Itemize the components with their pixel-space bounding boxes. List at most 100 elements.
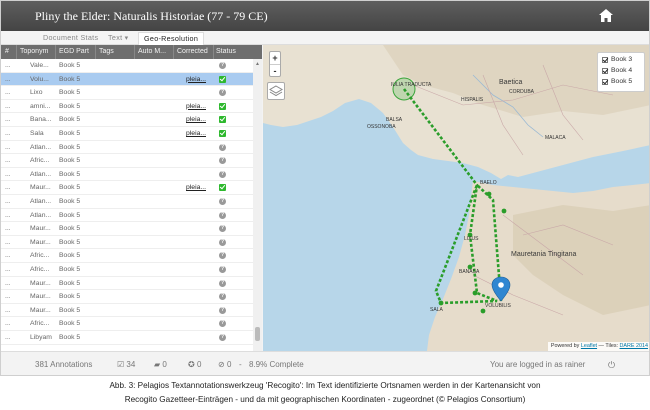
legend-book-4[interactable]: Book 4 — [602, 67, 640, 78]
checkbox-icon[interactable] — [602, 79, 608, 85]
table-row[interactable]: ... Maur... Book 5? — [1, 236, 253, 250]
question-icon[interactable]: ? — [219, 279, 226, 287]
table-row[interactable]: ... Volu... Book 5 pleia... — [1, 72, 253, 87]
power-icon[interactable]: ⏻ — [608, 360, 615, 371]
row-index: ... — [5, 225, 11, 233]
tab-text[interactable]: Text ▾ — [108, 33, 129, 42]
toponym-cell: Maur... — [30, 238, 51, 246]
tab-geo-resolution[interactable]: Geo-Resolution — [138, 32, 205, 45]
table-row[interactable]: ... Afric... Book 5? — [1, 249, 253, 263]
table-row[interactable]: ... Maur... Book 5? — [1, 304, 253, 318]
question-icon[interactable]: ? — [219, 266, 226, 273]
status-bar: 381 Annotations ☑ 34 ▰ 0 ✪ 0 ⊘ 0 - 8.9% … — [1, 351, 649, 375]
question-icon[interactable]: ? — [219, 198, 226, 205]
question-icon[interactable]: ? — [219, 170, 226, 178]
question-icon[interactable]: ? — [219, 89, 226, 97]
row-index: ... — [5, 198, 11, 205]
corrected-link[interactable]: pleia... — [186, 103, 206, 110]
table-row[interactable]: ... Sala Book 5 pleia... — [1, 127, 253, 141]
row-index: ... — [5, 238, 11, 246]
verified-icon[interactable] — [219, 75, 226, 83]
row-index: ... — [5, 130, 11, 137]
checkbox-icon[interactable] — [602, 57, 608, 63]
map-view[interactable]: IULIA TRADUCTA BALSA OSSONOBA BAELO LIXU… — [263, 45, 650, 351]
map-label-malaca: MALACA — [545, 135, 566, 141]
scrollbar-thumb[interactable] — [255, 327, 260, 341]
verified-icon[interactable] — [219, 130, 226, 137]
app-window: Pliny the Elder: Naturalis Historiae (77… — [0, 0, 650, 376]
table-row[interactable]: ... amni... Book 5 pleia... — [1, 100, 253, 114]
dare-link[interactable]: DARE 2014 — [620, 343, 648, 349]
table-row[interactable]: ... Maur... Book 5? — [1, 277, 253, 291]
table-row[interactable]: ... Atlan... Book 5? — [1, 141, 253, 155]
map-canvas[interactable] — [263, 45, 650, 351]
question-icon[interactable]: ? — [219, 211, 226, 219]
comment-icon: ▰ — [154, 360, 161, 369]
question-icon[interactable]: ? — [219, 252, 226, 260]
leaflet-link[interactable]: Leaflet — [581, 343, 597, 349]
map-label-lixus: LIXUS — [464, 236, 479, 242]
table-row[interactable]: ... Lixo Book 5? — [1, 86, 253, 100]
column-header-toponym[interactable]: Toponym — [20, 48, 48, 55]
zoom-in-button[interactable]: + — [270, 52, 280, 64]
corrected-link[interactable]: pleia... — [186, 184, 206, 191]
column-header-tags[interactable]: Tags — [99, 48, 114, 55]
row-index: ... — [5, 143, 11, 151]
column-header-auto-match[interactable]: Auto M... — [138, 48, 166, 55]
table-row[interactable]: ... Atlan... Book 5? — [1, 168, 253, 182]
question-icon[interactable]: ? — [219, 293, 226, 301]
tab-document-stats[interactable]: Document Stats — [43, 33, 98, 42]
corrected-link[interactable]: pleia... — [186, 116, 206, 123]
legend-book-3[interactable]: Book 3 — [602, 56, 640, 67]
legend-book-5[interactable]: Book 5 — [602, 78, 640, 89]
row-index: ... — [5, 75, 11, 83]
question-icon[interactable]: ? — [219, 238, 226, 246]
table-row[interactable]: ... Atlan... Book 5? — [1, 195, 253, 209]
table-row[interactable]: ... Afric... Book 5? — [1, 263, 253, 277]
toponym-cell: Lixo — [30, 89, 43, 97]
column-header-corrected[interactable]: Corrected — [177, 48, 208, 55]
table-row[interactable]: ... Libyam Book 5? — [1, 331, 253, 345]
view-tabs: Document Stats Text ▾ Geo-Resolution — [1, 31, 649, 45]
column-header-egd-part[interactable]: EGD Part — [59, 48, 89, 55]
question-icon[interactable]: ? — [219, 306, 226, 314]
zoom-out-button[interactable]: - — [270, 65, 280, 77]
row-index: ... — [5, 293, 11, 301]
column-header-status[interactable]: Status — [216, 48, 236, 55]
question-icon[interactable]: ? — [219, 225, 226, 233]
home-icon[interactable] — [599, 9, 613, 22]
map-label-ossonoba: OSSONOBA — [367, 124, 396, 130]
egd-part-cell: Book 5 — [59, 102, 81, 110]
map-label-balsa: BALSA — [386, 117, 403, 123]
table-row[interactable]: ... Afric... Book 5? — [1, 154, 253, 168]
table-row[interactable]: ... Bana... Book 5 pleia... — [1, 113, 253, 127]
verified-icon[interactable] — [219, 116, 226, 124]
toponym-table: # Toponym EGD Part Tags Auto M... Correc… — [1, 45, 262, 351]
map-label-corduba: CORDUBA — [509, 89, 535, 95]
corrected-link[interactable]: pleia... — [186, 130, 206, 137]
scroll-up-icon[interactable]: ▲ — [255, 61, 260, 67]
verified-icon[interactable] — [219, 184, 226, 192]
table-row[interactable]: ... Maur... Book 5? — [1, 222, 253, 236]
ban-icon: ⊘ — [218, 360, 225, 369]
table-row[interactable]: ... Afric... Book 5? — [1, 317, 253, 331]
layers-button[interactable] — [267, 82, 285, 100]
table-row[interactable]: ... Vale... Book 5? — [1, 59, 253, 73]
question-icon[interactable]: ? — [219, 320, 226, 328]
table-row[interactable]: ... Maur... Book 5? — [1, 290, 253, 304]
egd-part-cell: Book 5 — [59, 238, 81, 246]
footer-separator: - — [239, 360, 242, 369]
question-icon[interactable]: ? — [219, 334, 226, 341]
corrected-link[interactable]: pleia... — [186, 76, 206, 83]
question-icon[interactable]: ? — [219, 157, 226, 165]
row-index: ... — [5, 184, 11, 192]
checkbox-icon[interactable] — [602, 68, 608, 74]
table-row[interactable]: ... Maur... Book 5 pleia... — [1, 181, 253, 195]
column-header-index[interactable]: # — [5, 48, 9, 55]
verified-icon[interactable] — [219, 102, 226, 110]
table-scrollbar[interactable]: ▲ — [253, 59, 262, 351]
table-row[interactable]: ... Atlan... Book 5? — [1, 209, 253, 223]
toponym-cell: Maur... — [30, 293, 51, 301]
question-icon[interactable]: ? — [219, 143, 226, 151]
question-icon[interactable]: ? — [219, 62, 226, 69]
